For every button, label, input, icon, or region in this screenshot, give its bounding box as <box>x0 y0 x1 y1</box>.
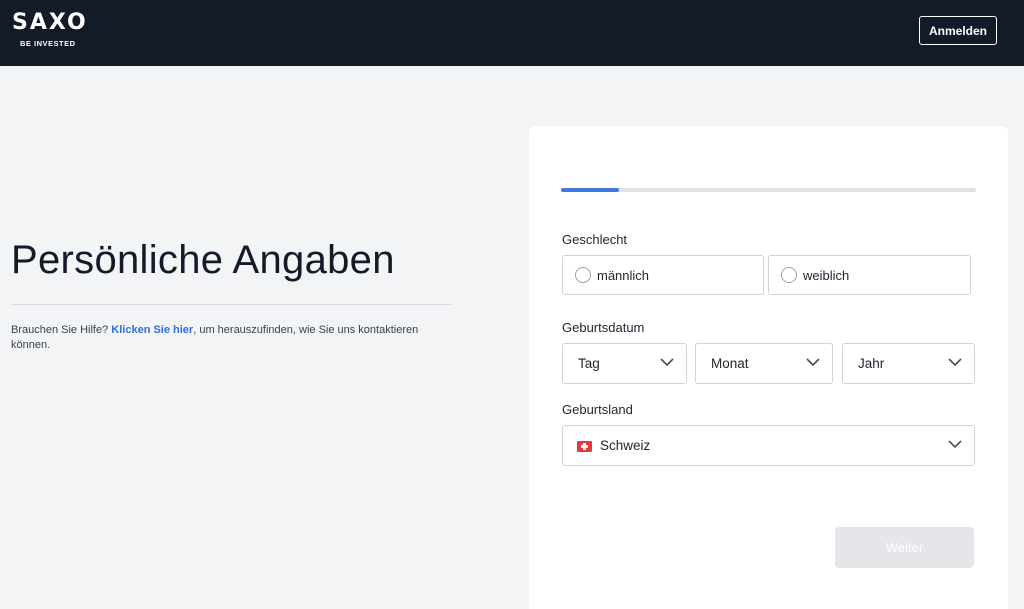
birth-day-value: Tag <box>578 356 600 371</box>
help-prefix: Brauchen Sie Hilfe? <box>11 324 112 336</box>
personal-details-form-card: Geschlecht männlich weiblich Geburtsdatu… <box>529 126 1008 609</box>
birth-year-value: Jahr <box>858 356 885 371</box>
progress-bar <box>561 188 976 192</box>
help-link[interactable]: Klicken Sie hier <box>111 324 193 336</box>
birth-year-select[interactable]: Jahr <box>842 343 975 384</box>
saxo-logo[interactable]: SAXO BE INVESTED <box>12 10 88 48</box>
gender-option-label: weiblich <box>803 268 850 283</box>
gender-label: Geschlecht <box>562 232 628 247</box>
help-text: Brauchen Sie Hilfe? Klicken Sie hier, um… <box>11 323 451 353</box>
gender-option-female[interactable]: weiblich <box>768 255 971 295</box>
chevron-down-icon <box>948 440 962 449</box>
chevron-down-icon <box>948 358 962 367</box>
birth-country-label: Geburtsland <box>562 402 633 417</box>
radio-circle-icon[interactable] <box>781 267 797 283</box>
gender-option-label: männlich <box>597 268 650 283</box>
chevron-down-icon <box>660 358 674 367</box>
logo-wordmark: SAXO <box>12 10 88 35</box>
next-button[interactable]: Weiter <box>835 527 974 568</box>
chevron-down-icon <box>806 358 820 367</box>
birth-month-value: Monat <box>711 356 749 371</box>
birth-country-value: Schweiz <box>600 438 651 453</box>
swiss-flag-icon <box>577 441 592 452</box>
logo-tagline: BE INVESTED <box>20 39 76 48</box>
title-divider <box>11 304 452 305</box>
birth-month-select[interactable]: Monat <box>695 343 833 384</box>
birthdate-label: Geburtsdatum <box>562 320 645 335</box>
birth-country-select[interactable]: Schweiz <box>562 425 975 466</box>
radio-circle-icon[interactable] <box>575 267 591 283</box>
top-navigation-bar: SAXO BE INVESTED Anmelden <box>0 0 1024 66</box>
page-title: Persönliche Angaben <box>11 238 395 282</box>
gender-option-male[interactable]: männlich <box>562 255 764 295</box>
login-button[interactable]: Anmelden <box>919 16 997 45</box>
progress-bar-fill <box>561 188 620 192</box>
birth-day-select[interactable]: Tag <box>562 343 687 384</box>
